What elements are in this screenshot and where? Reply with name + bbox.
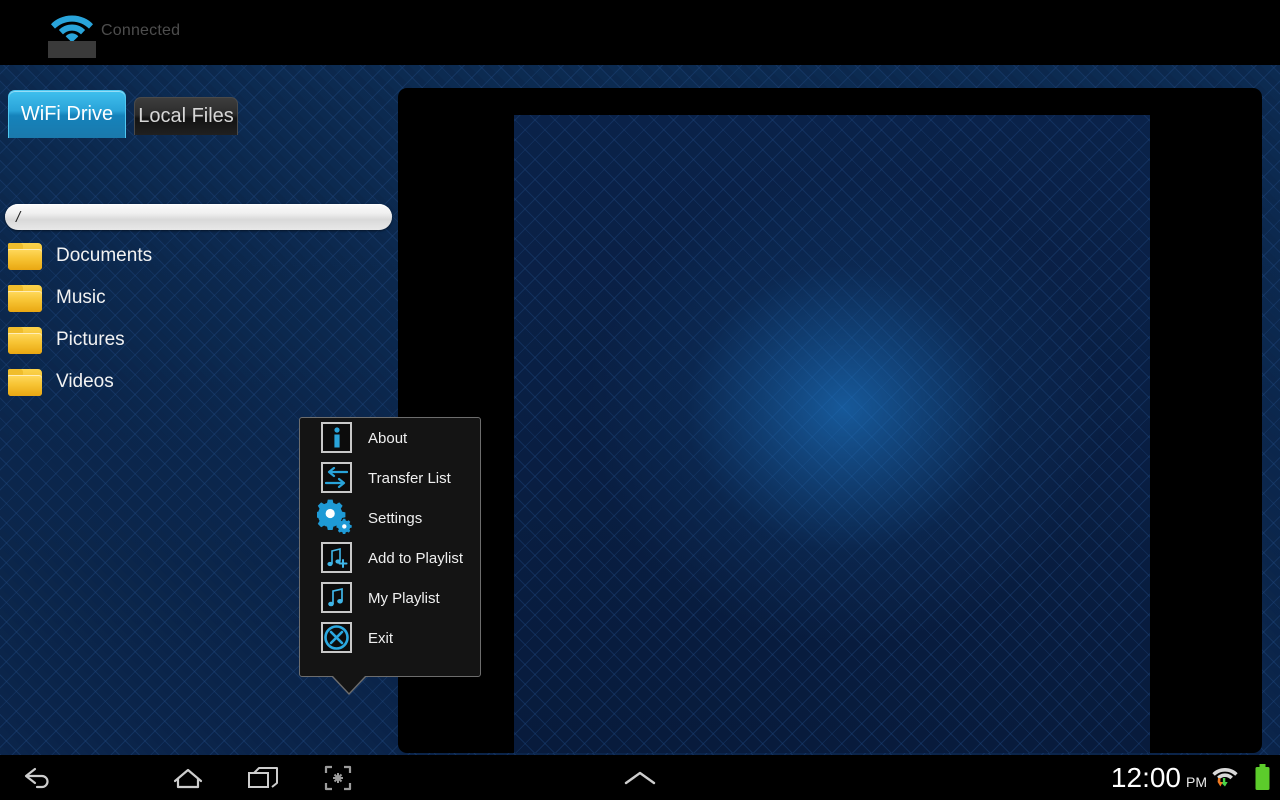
path-value: / (16, 208, 21, 226)
music-note-icon (321, 582, 353, 614)
popup-tail (333, 676, 365, 693)
list-item-label: Documents (56, 245, 153, 266)
folder-icon (8, 284, 42, 312)
menu-item-settings[interactable]: Settings (300, 498, 480, 538)
home-icon[interactable] (150, 755, 225, 800)
menu-item-my-playlist[interactable]: My Playlist (300, 578, 480, 618)
clock-ampm: PM (1186, 774, 1207, 790)
menu-item-about-label: About (368, 429, 408, 447)
menu-item-settings-label: Settings (368, 509, 423, 527)
tab-local-files[interactable]: Local Files (134, 97, 238, 135)
circle-x-icon (321, 622, 353, 654)
recent-apps-icon[interactable] (225, 755, 300, 800)
clock-time: 12:00 (1110, 762, 1181, 793)
app-root: Connected WiFi Drive Local Files / Docum… (0, 0, 1280, 800)
wifi-icon-glyph (51, 15, 93, 42)
menu-item-my-playlist-label: My Playlist (368, 589, 440, 607)
chevron-up-icon[interactable] (602, 755, 677, 800)
menu-item-transfer-list[interactable]: Transfer List (300, 458, 480, 498)
menu-item-about[interactable]: About (300, 418, 480, 458)
system-clock: 12:00 PM (1111, 755, 1207, 800)
folder-icon (8, 326, 42, 354)
folder-icon (8, 368, 42, 396)
menu-item-exit[interactable]: Exit (300, 618, 480, 658)
folder-icon (8, 242, 42, 270)
screenshot-icon[interactable] (300, 755, 375, 800)
list-item-label: Videos (56, 371, 114, 392)
app-header: Connected (0, 0, 1280, 65)
menu-item-add-to-playlist-label: Add to Playlist (368, 549, 464, 567)
wifi-icon (48, 6, 96, 58)
list-item-label: Music (56, 287, 106, 308)
preview-canvas[interactable] (514, 115, 1150, 753)
list-item[interactable]: Music (0, 277, 396, 319)
transfer-arrows-icon (321, 462, 353, 494)
preview-panel (398, 88, 1262, 753)
system-navigation-bar: 12:00 PM (0, 755, 1280, 800)
tab-local-files-label: Local Files (138, 105, 234, 127)
wifi-signal-icon (1212, 764, 1238, 791)
gear-icon (317, 499, 353, 534)
back-icon[interactable] (0, 755, 75, 800)
file-list: Documents Music Pictures Videos (0, 235, 396, 403)
menu-item-transfer-list-label: Transfer List (368, 469, 451, 487)
tab-wifi-drive[interactable]: WiFi Drive (8, 90, 126, 138)
logo-plate (48, 41, 96, 58)
menu-item-add-to-playlist[interactable]: Add to Playlist (300, 538, 480, 578)
list-item[interactable]: Documents (0, 235, 396, 277)
info-icon (321, 422, 353, 454)
path-input[interactable]: / (5, 204, 392, 230)
add-music-note-icon (321, 542, 353, 574)
list-item[interactable]: Pictures (0, 319, 396, 361)
list-item-label: Pictures (56, 329, 125, 350)
tab-wifi-drive-label: WiFi Drive (20, 103, 114, 125)
connection-status-label: Connected (101, 22, 181, 39)
list-item[interactable]: Videos (0, 361, 396, 403)
menu-item-exit-label: Exit (368, 629, 394, 647)
battery-full-icon (1255, 764, 1270, 791)
popup-menu: About Transfer List Settings Add to Play… (299, 417, 481, 677)
